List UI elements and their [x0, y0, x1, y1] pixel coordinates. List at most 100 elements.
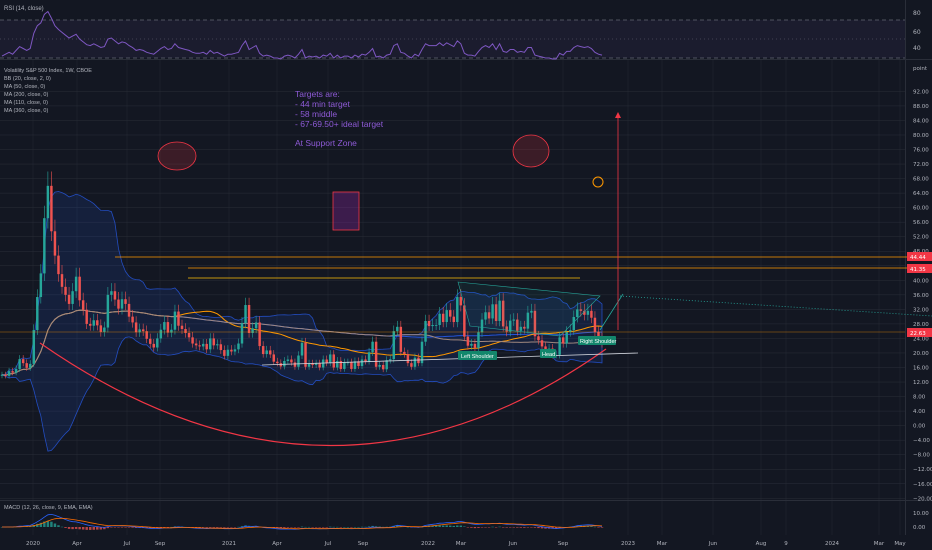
candle-body	[561, 337, 565, 344]
macd-hist-bar	[593, 526, 597, 528]
candle-body	[11, 371, 14, 373]
candle-body	[427, 320, 431, 327]
macd-hist-bar	[367, 526, 371, 527]
candle-body	[410, 363, 413, 367]
candle-body	[18, 359, 21, 369]
macd-hist-bar	[360, 526, 364, 528]
candle-body	[269, 350, 272, 355]
candle-body	[540, 340, 544, 347]
candle-body	[364, 359, 367, 362]
macd-hist-bar	[314, 527, 318, 528]
price-tick: 76.00	[913, 148, 929, 154]
candle-body	[304, 342, 307, 367]
macd-hist-bar	[293, 527, 297, 528]
macd-hist-bar	[357, 526, 360, 528]
legend-symbol[interactable]: Volatility S&P 500 Index, 1W, CBOE	[4, 68, 92, 74]
macd-hist-bar	[466, 527, 470, 528]
candle-body	[424, 320, 427, 342]
candle-body	[353, 361, 357, 369]
candle-body	[85, 309, 88, 324]
candle-body	[166, 322, 170, 333]
candle-body	[283, 360, 286, 367]
price-tick: 20.00	[913, 351, 929, 357]
time-tick: Mar	[657, 541, 668, 547]
macd-hist-bar	[470, 527, 473, 528]
macd-hist-bar	[307, 526, 311, 528]
candle-body	[593, 317, 597, 332]
macd-hist-bar	[516, 527, 519, 528]
time-tick: May	[894, 541, 906, 547]
legend-ma-360[interactable]: MA (360, close, 0)	[4, 108, 48, 114]
candle-body	[565, 331, 568, 344]
rsi-tick-80: 80	[913, 10, 921, 17]
price-tick: −12.00	[913, 467, 932, 473]
macd-hist-bar	[533, 527, 537, 528]
macd-hist-bar	[64, 527, 67, 528]
macd-hist-bar	[96, 527, 99, 530]
candle-body	[180, 325, 184, 329]
macd-hist-bar	[60, 526, 64, 528]
highlight-box	[332, 191, 360, 231]
candle-body	[67, 294, 71, 304]
candle-body	[29, 363, 32, 368]
candle-body	[396, 326, 399, 332]
candle-body	[209, 338, 212, 350]
macd-hist-bar	[223, 527, 226, 528]
macd-hist-bar	[523, 527, 526, 528]
candle-body	[367, 352, 371, 362]
candle-body	[537, 336, 540, 341]
rsi-tick-40: 40	[913, 45, 921, 52]
candle-body	[120, 299, 124, 309]
macd-hist-bar	[117, 527, 120, 528]
macd-hist-bar	[81, 527, 85, 530]
macd-hist-bar	[480, 527, 484, 528]
candle-body	[473, 343, 477, 348]
legend-bb[interactable]: BB (20, close, 2, 0)	[4, 76, 51, 82]
targets-line-3: - 58 middle	[295, 109, 337, 119]
candle-body	[96, 320, 99, 326]
head-label: Head	[542, 352, 555, 358]
macd-hist-bar	[216, 527, 219, 528]
candle-body	[459, 297, 463, 306]
macd-hist-bar	[452, 525, 455, 527]
candle-body	[329, 354, 332, 364]
candle-body	[53, 231, 57, 256]
candle-body	[0, 374, 4, 376]
price-tick: 8.00	[913, 395, 926, 401]
chart-canvas: RSI (14, close) 80 60 40 Targets are: - …	[0, 0, 932, 550]
candle-body	[32, 330, 35, 364]
legend-ma-110[interactable]: MA (110, close, 0)	[4, 100, 48, 106]
candle-body	[131, 316, 134, 323]
legend-ma-50[interactable]: MA (50, close, 0)	[4, 84, 45, 90]
candle-body	[7, 371, 11, 376]
price-tick: 32.00	[913, 307, 929, 313]
candle-body	[470, 343, 473, 346]
legend-ma-200[interactable]: MA (200, close, 0)	[4, 92, 48, 98]
time-tick: Sep	[558, 541, 569, 547]
highlight-ellipse-left	[157, 141, 197, 171]
candle-body	[57, 255, 60, 275]
candle-body	[413, 357, 417, 367]
macd-hist-bar	[325, 527, 328, 528]
candle-body	[39, 273, 43, 298]
candle-body	[134, 322, 138, 333]
price-tick: 64.00	[913, 191, 929, 197]
macd-hist-bar	[283, 527, 286, 528]
macd-hist-bar	[494, 527, 498, 528]
candle-body	[293, 362, 297, 367]
macd-hist-bar	[89, 527, 92, 530]
time-tick: 2021	[222, 541, 236, 547]
candle-body	[124, 299, 127, 304]
macd-hist-bar	[332, 526, 335, 528]
candle-body	[261, 346, 265, 355]
macd-hist-bar	[318, 527, 321, 528]
candle-body	[403, 351, 406, 355]
candle-body	[286, 359, 290, 361]
macd-hist-bar	[519, 527, 523, 528]
candle-body	[381, 364, 385, 370]
macd-hist-bar	[590, 526, 593, 527]
time-tick: 2024	[825, 541, 839, 547]
macd-hist-bar	[441, 525, 445, 527]
time-tick: Sep	[358, 541, 369, 547]
macd-hist-bar	[321, 527, 325, 528]
